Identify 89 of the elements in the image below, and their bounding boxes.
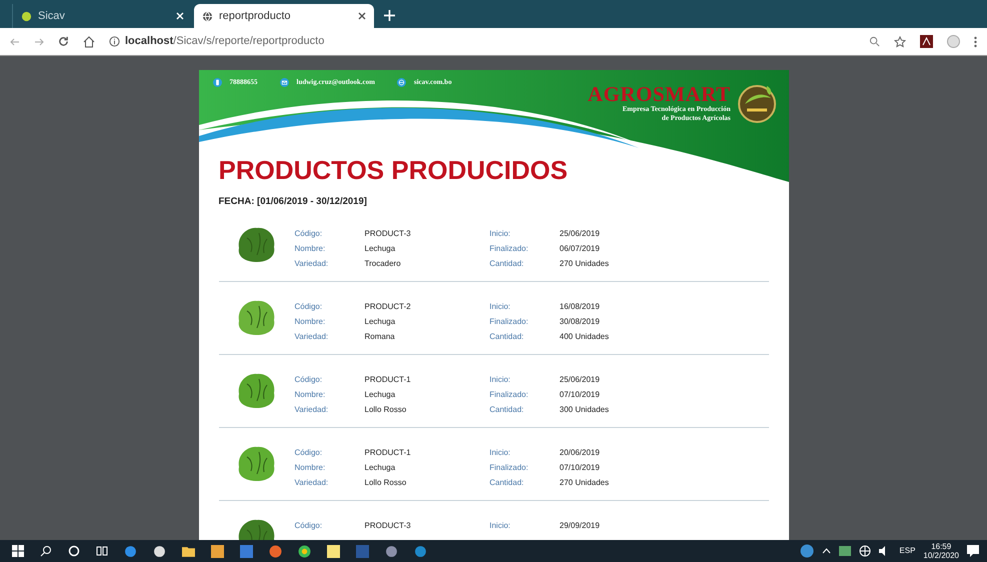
field-label: Cantidad: [490,331,525,344]
field-label: Código: [294,374,324,386]
cortana-icon[interactable] [68,545,80,557]
date-range: FECHA: [01/06/2019 - 30/12/2019] [218,195,368,209]
field-label: Inicio: [490,301,512,314]
field-value: 20/06/2019 [560,447,601,460]
clock[interactable]: 16:59 10/2/2020 [923,542,959,560]
tray-app-icon[interactable] [839,546,852,556]
field-value: PRODUCT-3 [364,520,412,532]
site-icon [21,10,32,22]
field-value: Lollo Rosso [364,404,408,416]
field-label: Inicio: [490,374,512,386]
home-icon[interactable] [83,36,95,48]
chrome-icon[interactable] [298,544,311,558]
browser-tab[interactable]: reportproducto [194,4,374,28]
field-label: Inicio: [490,447,512,460]
logo-icon [736,82,776,124]
chevron-up-icon[interactable] [822,548,832,554]
field-label: Nombre: [294,316,326,328]
field-label: Código: [294,301,324,314]
field-value: Lechuga [364,389,396,402]
phone-icon [212,78,222,87]
field-value: Trocadero [364,258,402,270]
field-value: Lechuga [364,243,396,256]
folder-icon[interactable] [182,544,195,558]
zoom-icon[interactable] [869,36,880,47]
field-value: Lechuga [364,316,396,328]
field-value: PRODUCT-2 [364,301,412,314]
field-value: 400 Unidades [560,331,610,344]
mail-icon [280,78,288,87]
field-label: Variedad: [294,404,330,416]
report-title: PRODUCTOS PRODUCIDOS [218,155,569,185]
field-value: 270 Unidades [560,477,610,490]
notification-icon[interactable] [967,545,979,557]
field-label: Variedad: [294,477,330,490]
field-value: 07/10/2019 [560,389,601,402]
field-label: Código: [294,520,324,532]
field-label: Nombre: [294,389,326,402]
field-value: 16/08/2019 [560,301,601,314]
network-icon[interactable] [859,545,872,557]
field-label: Cantidad: [490,477,525,490]
info-icon[interactable] [109,36,120,47]
field-label: Inicio: [490,228,512,240]
notes-icon[interactable] [327,544,340,558]
field-label: Cantidad: [490,258,525,270]
field-label: Código: [294,447,324,460]
language-indicator[interactable]: ESP [899,545,916,557]
field-value: Romana [364,331,396,344]
firefox-icon[interactable] [269,544,282,558]
field-value: 25/06/2019 [560,228,601,240]
field-value: Lechuga [364,462,396,474]
field-label: Finalizado: [490,243,530,256]
app-icon[interactable] [211,544,224,558]
field-value: PRODUCT-3 [364,228,412,240]
windows-start-icon[interactable] [12,545,24,557]
field-label: Finalizado: [490,316,530,328]
field-value: 30/08/2019 [560,316,601,328]
field-value: PRODUCT-1 [364,374,412,386]
field-label: Cantidad: [490,404,525,416]
field-label: Variedad: [294,331,330,344]
edge-browser-icon[interactable] [124,544,137,558]
field-value: 07/10/2019 [560,462,601,474]
field-value: PRODUCT-1 [364,447,412,460]
field-label: Nombre: [294,462,326,474]
field-label: Nombre: [294,243,326,256]
field-value: 300 Unidades [560,404,610,416]
field-value: 25/06/2019 [560,374,601,386]
field-label: Inicio: [490,520,512,532]
app-icon[interactable] [385,544,398,558]
field-label: Variedad: [294,258,330,270]
reload-icon[interactable] [58,36,69,47]
field-label: Finalizado: [490,462,530,474]
app-icon[interactable] [153,544,166,558]
pdf-extension-icon[interactable] [920,35,933,48]
field-label: Código: [294,228,324,240]
star-icon[interactable] [894,36,906,48]
field-label: Finalizado: [490,389,530,402]
field-value: 06/07/2019 [560,243,601,256]
menu-icon[interactable] [974,36,977,48]
new-tab-icon[interactable] [384,10,395,21]
brand-name: AGROSMART [588,83,730,105]
task-view-icon[interactable] [96,545,108,557]
address-field[interactable]: localhost/Sicav/s/reporte/reportproducto [109,33,324,50]
field-value: Lollo Rosso [364,477,408,490]
search-icon[interactable] [40,545,52,557]
field-value: 29/09/2019 [560,520,601,532]
close-icon[interactable] [358,12,366,20]
avatar-icon[interactable] [800,544,814,558]
field-value: 270 Unidades [560,258,610,270]
